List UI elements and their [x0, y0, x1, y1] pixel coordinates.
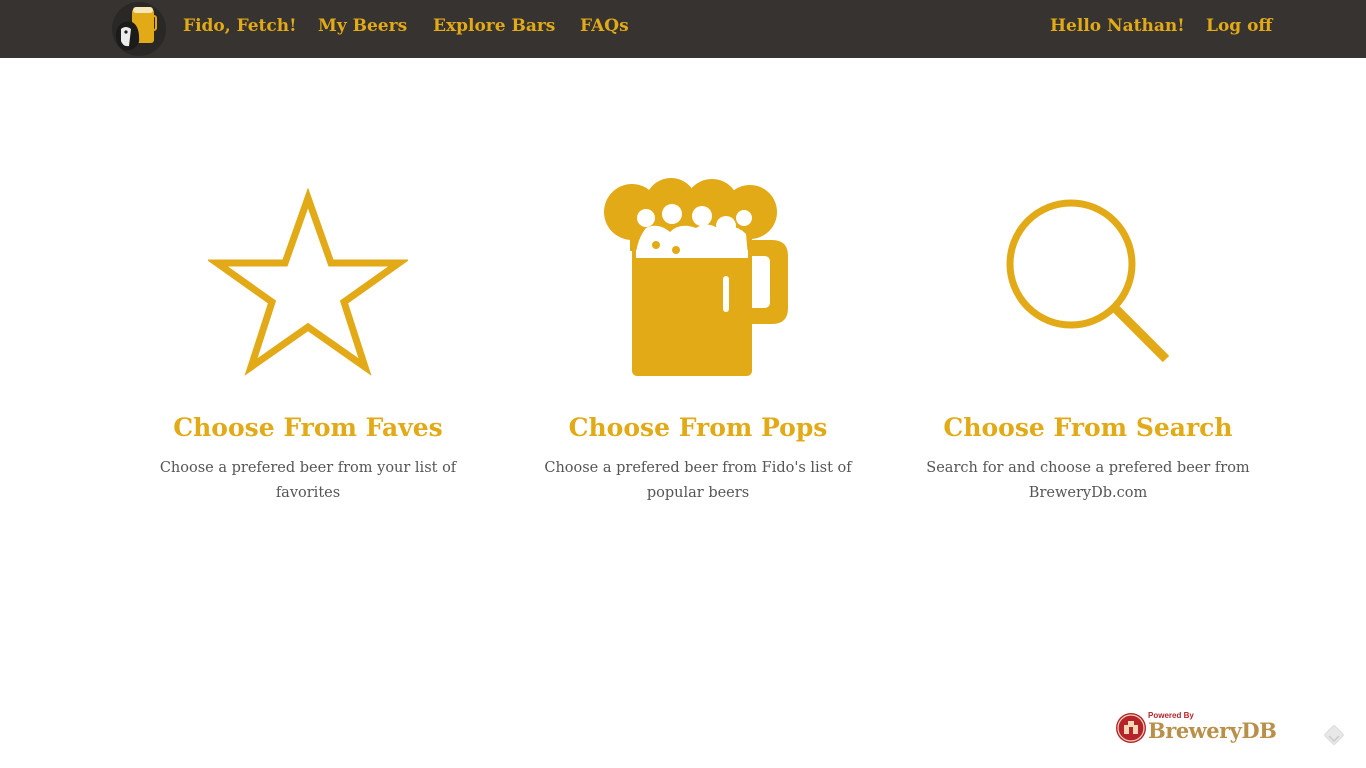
- brand-logo-icon[interactable]: [112, 2, 166, 56]
- feedback-icon[interactable]: [1320, 724, 1348, 752]
- feature-description: Search for and choose a prefered beer fr…: [926, 460, 1250, 501]
- feature-description: Choose a prefered beer from Fido's list …: [544, 460, 852, 501]
- user-greeting[interactable]: Hello Nathan!: [1050, 14, 1185, 38]
- feature-title: Choose From Search: [943, 413, 1233, 442]
- brewerydb-attribution-logo[interactable]: Powered By BreweryDB: [1114, 710, 1277, 750]
- nav-my-beers[interactable]: My Beers: [318, 14, 407, 38]
- beer-mug-icon: [604, 177, 788, 376]
- top-navbar: Fido, Fetch! My Beers Explore Bars FAQs …: [0, 0, 1366, 58]
- nav-explore-bars[interactable]: Explore Bars: [433, 14, 555, 38]
- search-icon: [1006, 199, 1170, 362]
- feature-faves[interactable]: Choose From Faves Choose a prefered beer…: [138, 175, 478, 506]
- brand-link[interactable]: Fido, Fetch!: [183, 14, 297, 38]
- brewerydb-wordmark: BreweryDB: [1148, 718, 1277, 743]
- nav-faqs[interactable]: FAQs: [580, 14, 629, 38]
- feature-title: Choose From Faves: [173, 413, 443, 442]
- feature-pops[interactable]: Choose From Pops Choose a prefered beer …: [528, 175, 868, 506]
- star-icon: [208, 187, 408, 376]
- feature-description: Choose a prefered beer from your list of…: [159, 460, 457, 501]
- feature-search[interactable]: Choose From Search Search for and choose…: [918, 175, 1258, 506]
- feature-title: Choose From Pops: [568, 413, 828, 442]
- logoff-link[interactable]: Log off: [1206, 14, 1272, 38]
- brewerydb-badge-icon: [1116, 713, 1146, 743]
